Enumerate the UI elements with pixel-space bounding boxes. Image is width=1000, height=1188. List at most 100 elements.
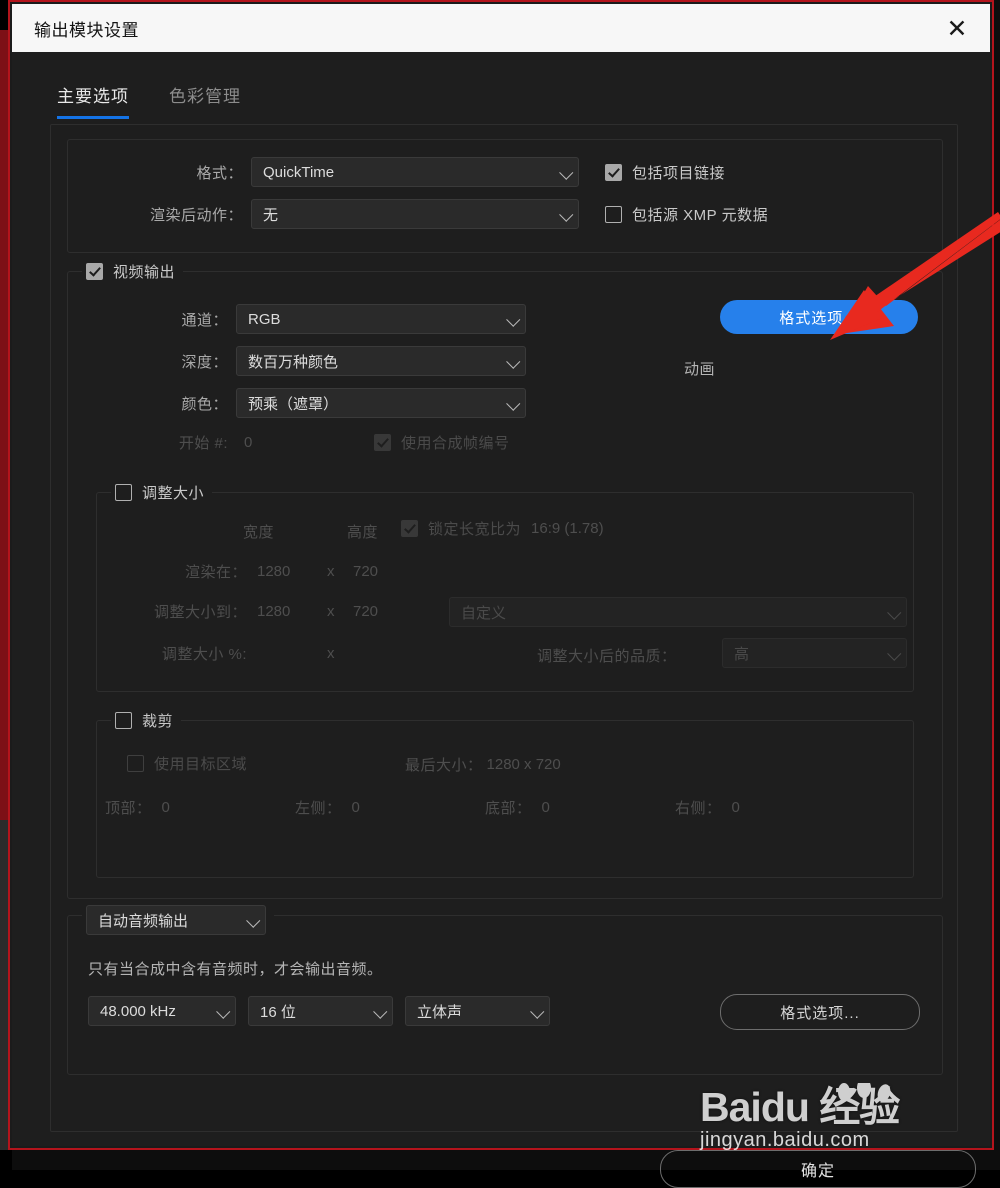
audio-channels-select[interactable]: 立体声 bbox=[405, 996, 550, 1026]
audio-bit-depth-value: 16 位 bbox=[260, 1003, 296, 1021]
chevron-down-icon bbox=[506, 354, 521, 369]
video-output-label: 视频输出 bbox=[113, 264, 176, 281]
use-comp-frame-number-checkbox[interactable]: 使用合成帧编号 bbox=[374, 432, 510, 453]
chevron-down-icon bbox=[506, 312, 521, 327]
dialog-body: 主要选项 色彩管理 格式： QuickTime 包括项目链接 渲染后动作： 无 … bbox=[12, 52, 990, 1188]
final-size-value: 1280 x 720 bbox=[486, 756, 561, 773]
render-at-row: 渲染在： 1280 x 720 bbox=[97, 561, 423, 582]
chevron-down-icon bbox=[559, 207, 574, 222]
dialog-title: 输出模块设置 bbox=[34, 20, 139, 40]
lock-aspect-checkbox[interactable]: 锁定长宽比为 bbox=[401, 518, 521, 539]
tab-bar: 主要选项 色彩管理 bbox=[57, 82, 241, 119]
format-panel: 格式： QuickTime 包括项目链接 渲染后动作： 无 包括源 XMP 元数… bbox=[67, 139, 943, 253]
post-render-action-label: 渲染后动作： bbox=[149, 206, 243, 224]
channel-row: 通道： RGB bbox=[68, 304, 526, 334]
video-format-options-button[interactable]: 格式选项... bbox=[720, 300, 918, 334]
close-icon[interactable]: ✕ bbox=[940, 12, 974, 44]
chevron-down-icon bbox=[506, 396, 521, 411]
crop-bottom-label: 底部： bbox=[485, 800, 532, 817]
color-label: 颜色： bbox=[181, 395, 228, 413]
color-value: 预乘（遮罩） bbox=[248, 395, 339, 413]
tab-main-options[interactable]: 主要选项 bbox=[57, 82, 129, 119]
confirm-button[interactable]: 确定 bbox=[660, 1150, 976, 1188]
resize-percent-label: 调整大小 %: bbox=[161, 646, 247, 663]
resize-percent-separator: x bbox=[327, 645, 335, 662]
crop-panel: 裁剪 使用目标区域 最后大小： 1280 x 720 顶部： 0 左侧： 0 底… bbox=[96, 710, 914, 878]
audio-sample-rate-select[interactable]: 48.000 kHz bbox=[88, 996, 236, 1026]
depth-value: 数百万种颜色 bbox=[248, 353, 339, 371]
resize-legend: 调整大小 bbox=[111, 482, 213, 503]
depth-label: 深度： bbox=[181, 353, 228, 371]
crop-bottom-value[interactable]: 0 bbox=[542, 799, 550, 816]
include-project-link-checkbox[interactable]: 包括项目链接 bbox=[605, 162, 725, 183]
resize-to-row: 调整大小到： 1280 x 720 bbox=[97, 601, 423, 622]
use-region-of-interest-checkbox[interactable]: 使用目标区域 bbox=[127, 753, 247, 774]
crop-right-label: 右侧： bbox=[675, 800, 722, 817]
channel-label: 通道： bbox=[181, 311, 228, 329]
chevron-down-icon bbox=[246, 913, 261, 928]
checkbox-box bbox=[127, 755, 144, 772]
format-select[interactable]: QuickTime bbox=[251, 157, 579, 187]
audio-bit-depth-select[interactable]: 16 位 bbox=[248, 996, 393, 1026]
color-select[interactable]: 预乘（遮罩） bbox=[236, 388, 526, 418]
include-xmp-label: 包括源 XMP 元数据 bbox=[632, 206, 769, 224]
render-at-separator: x bbox=[327, 563, 335, 580]
color-row: 颜色： 预乘（遮罩） bbox=[68, 388, 526, 418]
resize-col-width-header: 宽度 bbox=[243, 524, 275, 541]
audio-output-legend: 自动音频输出 bbox=[82, 905, 274, 935]
resize-panel: 调整大小 宽度 高度 锁定长宽比为 16:9 (1.78) 渲染在： 1280 … bbox=[96, 482, 914, 692]
resize-to-height[interactable]: 720 bbox=[353, 603, 423, 620]
audio-output-mode-select[interactable]: 自动音频输出 bbox=[86, 905, 266, 935]
crop-checkbox[interactable]: 裁剪 bbox=[115, 710, 173, 731]
depth-select[interactable]: 数百万种颜色 bbox=[236, 346, 526, 376]
dialog-titlebar: 输出模块设置 ✕ bbox=[12, 4, 990, 52]
crop-left-value[interactable]: 0 bbox=[352, 799, 360, 816]
post-render-action-value: 无 bbox=[263, 206, 279, 224]
post-render-row: 渲染后动作： 无 包括源 XMP 元数据 bbox=[68, 199, 768, 229]
checkbox-box bbox=[401, 520, 418, 537]
video-output-checkbox[interactable]: 视频输出 bbox=[86, 261, 175, 282]
checkbox-box bbox=[605, 163, 622, 181]
crop-top-value[interactable]: 0 bbox=[162, 799, 170, 816]
include-xmp-checkbox[interactable]: 包括源 XMP 元数据 bbox=[605, 204, 768, 225]
format-row: 格式： QuickTime 包括项目链接 bbox=[68, 157, 725, 187]
video-format-options-value: 动画 bbox=[684, 361, 716, 378]
lock-aspect-row: 锁定长宽比为 16:9 (1.78) bbox=[401, 518, 604, 539]
audio-format-options-button[interactable]: 格式选项... bbox=[720, 994, 920, 1030]
crop-right-row: 右侧： 0 bbox=[675, 797, 740, 818]
resize-to-label: 调整大小到： bbox=[153, 604, 247, 621]
resize-quality-label: 调整大小后的品质： bbox=[537, 648, 677, 665]
video-output-legend: 视频输出 bbox=[82, 261, 184, 282]
start-number-value[interactable]: 0 bbox=[244, 434, 364, 451]
render-at-width: 1280 bbox=[257, 563, 291, 580]
include-project-link-label: 包括项目链接 bbox=[632, 164, 726, 182]
crop-bottom-row: 底部： 0 bbox=[485, 797, 550, 818]
tab-color-management[interactable]: 色彩管理 bbox=[169, 82, 241, 119]
checkbox-box bbox=[374, 434, 391, 451]
resize-quality-select[interactable]: 高 bbox=[722, 638, 907, 668]
output-module-settings-dialog: 输出模块设置 ✕ 主要选项 色彩管理 格式： QuickTime 包括项目链接 … bbox=[12, 4, 990, 1188]
final-size-label: 最后大小： bbox=[405, 757, 483, 774]
crop-right-value[interactable]: 0 bbox=[732, 799, 740, 816]
audio-output-panel: 自动音频输出 只有当合成中含有音频时，才会输出音频。 48.000 kHz 16… bbox=[67, 905, 943, 1075]
channel-select[interactable]: RGB bbox=[236, 304, 526, 334]
resize-label: 调整大小 bbox=[142, 485, 205, 502]
crop-top-label: 顶部： bbox=[105, 800, 152, 817]
chevron-down-icon bbox=[887, 646, 902, 661]
resize-preset-select[interactable]: 自定义 bbox=[449, 597, 907, 627]
final-size-row: 最后大小： 1280 x 720 bbox=[405, 754, 561, 775]
format-select-value: QuickTime bbox=[263, 163, 335, 181]
chevron-down-icon bbox=[216, 1004, 231, 1019]
format-label: 格式： bbox=[196, 164, 243, 182]
settings-content-frame: 格式： QuickTime 包括项目链接 渲染后动作： 无 包括源 XMP 元数… bbox=[50, 124, 958, 1132]
post-render-action-select[interactable]: 无 bbox=[251, 199, 579, 229]
audio-channels-value: 立体声 bbox=[417, 1003, 463, 1021]
resize-checkbox[interactable]: 调整大小 bbox=[115, 482, 204, 503]
resize-preset-value: 自定义 bbox=[461, 604, 507, 622]
start-number-row: 开始 #: 0 使用合成帧编号 bbox=[68, 432, 510, 453]
resize-to-width[interactable]: 1280 bbox=[257, 603, 327, 620]
use-region-of-interest-label: 使用目标区域 bbox=[154, 756, 248, 773]
audio-output-mode-value: 自动音频输出 bbox=[98, 912, 189, 930]
crop-top-row: 顶部： 0 bbox=[105, 797, 170, 818]
chevron-down-icon bbox=[559, 165, 574, 180]
